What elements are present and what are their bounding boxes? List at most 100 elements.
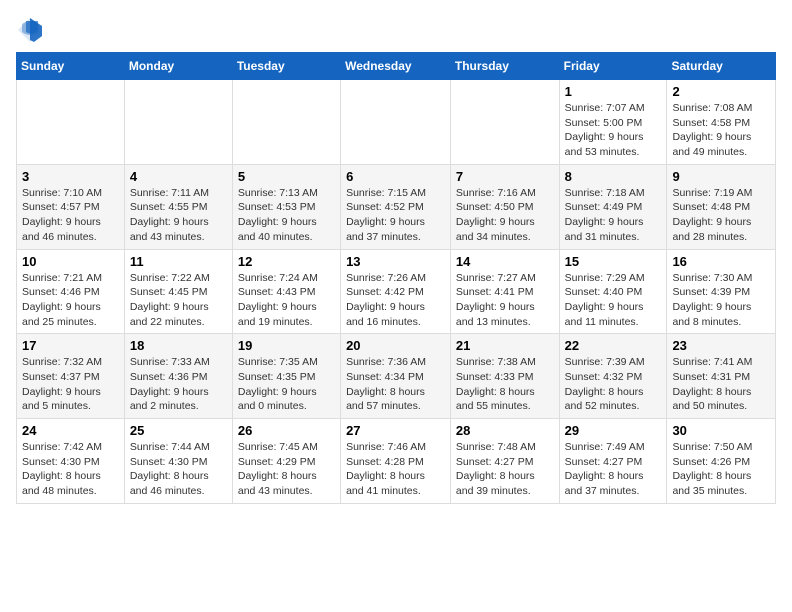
calendar-cell: 24 Sunrise: 7:42 AM Sunset: 4:30 PM Dayli…	[17, 419, 125, 504]
day-number: 12	[238, 254, 335, 269]
day-number: 16	[672, 254, 770, 269]
day-number: 24	[22, 423, 119, 438]
day-number: 10	[22, 254, 119, 269]
calendar-cell	[450, 80, 559, 165]
calendar-cell: 16 Sunrise: 7:30 AM Sunset: 4:39 PM Dayli…	[667, 249, 776, 334]
calendar-cell	[232, 80, 340, 165]
header-saturday: Saturday	[667, 53, 776, 80]
day-number: 14	[456, 254, 554, 269]
calendar-cell: 3 Sunrise: 7:10 AM Sunset: 4:57 PM Daylig…	[17, 164, 125, 249]
day-number: 19	[238, 338, 335, 353]
day-info: Sunrise: 7:22 AM Sunset: 4:45 PM Dayligh…	[130, 271, 227, 330]
calendar-cell: 4 Sunrise: 7:11 AM Sunset: 4:55 PM Daylig…	[124, 164, 232, 249]
day-info: Sunrise: 7:42 AM Sunset: 4:30 PM Dayligh…	[22, 440, 119, 499]
day-number: 20	[346, 338, 445, 353]
day-number: 4	[130, 169, 227, 184]
calendar-cell: 26 Sunrise: 7:45 AM Sunset: 4:29 PM Dayli…	[232, 419, 340, 504]
calendar-cell: 6 Sunrise: 7:15 AM Sunset: 4:52 PM Daylig…	[341, 164, 451, 249]
day-info: Sunrise: 7:18 AM Sunset: 4:49 PM Dayligh…	[565, 186, 662, 245]
calendar-cell: 15Sunrise: 7:29 AM Sunset: 4:40 PM Dayli…	[559, 249, 667, 334]
calendar-cell	[17, 80, 125, 165]
day-info: Sunrise: 7:15 AM Sunset: 4:52 PM Dayligh…	[346, 186, 445, 245]
calendar-cell: 27 Sunrise: 7:46 AM Sunset: 4:28 PM Dayli…	[341, 419, 451, 504]
day-info: Sunrise: 7:41 AM Sunset: 4:31 PM Dayligh…	[672, 355, 770, 414]
day-number: 17	[22, 338, 119, 353]
calendar-week-1: 3 Sunrise: 7:10 AM Sunset: 4:57 PM Daylig…	[17, 164, 776, 249]
day-info: Sunrise: 7:38 AM Sunset: 4:33 PM Dayligh…	[456, 355, 554, 414]
day-number: 29	[565, 423, 662, 438]
day-info: Sunrise: 7:30 AM Sunset: 4:39 PM Dayligh…	[672, 271, 770, 330]
day-info: Sunrise: 7:46 AM Sunset: 4:28 PM Dayligh…	[346, 440, 445, 499]
calendar-cell: 8 Sunrise: 7:18 AM Sunset: 4:49 PM Daylig…	[559, 164, 667, 249]
day-info: Sunrise: 7:48 AM Sunset: 4:27 PM Dayligh…	[456, 440, 554, 499]
calendar-cell: 20 Sunrise: 7:36 AM Sunset: 4:34 PM Dayli…	[341, 334, 451, 419]
day-info: Sunrise: 7:36 AM Sunset: 4:34 PM Dayligh…	[346, 355, 445, 414]
header-thursday: Thursday	[450, 53, 559, 80]
day-info: Sunrise: 7:08 AM Sunset: 4:58 PM Dayligh…	[672, 101, 770, 160]
day-number: 1	[565, 84, 662, 99]
day-number: 27	[346, 423, 445, 438]
calendar-cell: 9Sunrise: 7:19 AM Sunset: 4:48 PM Daylig…	[667, 164, 776, 249]
page-header	[16, 16, 776, 44]
day-number: 11	[130, 254, 227, 269]
day-info: Sunrise: 7:24 AM Sunset: 4:43 PM Dayligh…	[238, 271, 335, 330]
day-number: 6	[346, 169, 445, 184]
day-info: Sunrise: 7:07 AM Sunset: 5:00 PM Dayligh…	[565, 101, 662, 160]
logo	[16, 16, 48, 44]
calendar-week-3: 17 Sunrise: 7:32 AM Sunset: 4:37 PM Dayli…	[17, 334, 776, 419]
day-number: 3	[22, 169, 119, 184]
calendar-week-2: 10 Sunrise: 7:21 AM Sunset: 4:46 PM Dayli…	[17, 249, 776, 334]
day-info: Sunrise: 7:10 AM Sunset: 4:57 PM Dayligh…	[22, 186, 119, 245]
day-number: 28	[456, 423, 554, 438]
day-info: Sunrise: 7:50 AM Sunset: 4:26 PM Dayligh…	[672, 440, 770, 499]
day-info: Sunrise: 7:32 AM Sunset: 4:37 PM Dayligh…	[22, 355, 119, 414]
calendar-cell: 11 Sunrise: 7:22 AM Sunset: 4:45 PM Dayli…	[124, 249, 232, 334]
day-info: Sunrise: 7:35 AM Sunset: 4:35 PM Dayligh…	[238, 355, 335, 414]
day-number: 26	[238, 423, 335, 438]
day-number: 15	[565, 254, 662, 269]
day-info: Sunrise: 7:21 AM Sunset: 4:46 PM Dayligh…	[22, 271, 119, 330]
day-number: 30	[672, 423, 770, 438]
calendar-cell: 28 Sunrise: 7:48 AM Sunset: 4:27 PM Dayli…	[450, 419, 559, 504]
calendar-cell: 1 Sunrise: 7:07 AM Sunset: 5:00 PM Daylig…	[559, 80, 667, 165]
day-info: Sunrise: 7:16 AM Sunset: 4:50 PM Dayligh…	[456, 186, 554, 245]
calendar-cell: 30 Sunrise: 7:50 AM Sunset: 4:26 PM Dayli…	[667, 419, 776, 504]
day-number: 5	[238, 169, 335, 184]
calendar-header-row: SundayMondayTuesdayWednesdayThursdayFrid…	[17, 53, 776, 80]
day-number: 22	[565, 338, 662, 353]
calendar-cell: 5 Sunrise: 7:13 AM Sunset: 4:53 PM Daylig…	[232, 164, 340, 249]
logo-icon	[16, 16, 44, 44]
day-info: Sunrise: 7:26 AM Sunset: 4:42 PM Dayligh…	[346, 271, 445, 330]
calendar-cell: 29 Sunrise: 7:49 AM Sunset: 4:27 PM Dayli…	[559, 419, 667, 504]
calendar-cell: 7Sunrise: 7:16 AM Sunset: 4:50 PM Daylig…	[450, 164, 559, 249]
day-info: Sunrise: 7:27 AM Sunset: 4:41 PM Dayligh…	[456, 271, 554, 330]
header-sunday: Sunday	[17, 53, 125, 80]
day-number: 13	[346, 254, 445, 269]
header-monday: Monday	[124, 53, 232, 80]
day-info: Sunrise: 7:11 AM Sunset: 4:55 PM Dayligh…	[130, 186, 227, 245]
calendar-cell: 14 Sunrise: 7:27 AM Sunset: 4:41 PM Dayli…	[450, 249, 559, 334]
calendar-cell: 2 Sunrise: 7:08 AM Sunset: 4:58 PM Daylig…	[667, 80, 776, 165]
calendar-cell: 25Sunrise: 7:44 AM Sunset: 4:30 PM Dayli…	[124, 419, 232, 504]
calendar-table: SundayMondayTuesdayWednesdayThursdayFrid…	[16, 52, 776, 504]
day-info: Sunrise: 7:45 AM Sunset: 4:29 PM Dayligh…	[238, 440, 335, 499]
calendar-cell	[124, 80, 232, 165]
day-info: Sunrise: 7:33 AM Sunset: 4:36 PM Dayligh…	[130, 355, 227, 414]
header-wednesday: Wednesday	[341, 53, 451, 80]
day-info: Sunrise: 7:19 AM Sunset: 4:48 PM Dayligh…	[672, 186, 770, 245]
day-info: Sunrise: 7:44 AM Sunset: 4:30 PM Dayligh…	[130, 440, 227, 499]
day-number: 2	[672, 84, 770, 99]
calendar-week-4: 24 Sunrise: 7:42 AM Sunset: 4:30 PM Dayli…	[17, 419, 776, 504]
calendar-week-0: 1 Sunrise: 7:07 AM Sunset: 5:00 PM Daylig…	[17, 80, 776, 165]
day-info: Sunrise: 7:39 AM Sunset: 4:32 PM Dayligh…	[565, 355, 662, 414]
day-info: Sunrise: 7:13 AM Sunset: 4:53 PM Dayligh…	[238, 186, 335, 245]
day-number: 8	[565, 169, 662, 184]
calendar-cell: 19 Sunrise: 7:35 AM Sunset: 4:35 PM Dayli…	[232, 334, 340, 419]
day-info: Sunrise: 7:49 AM Sunset: 4:27 PM Dayligh…	[565, 440, 662, 499]
calendar-cell: 10 Sunrise: 7:21 AM Sunset: 4:46 PM Dayli…	[17, 249, 125, 334]
calendar-cell: 21 Sunrise: 7:38 AM Sunset: 4:33 PM Dayli…	[450, 334, 559, 419]
calendar-cell: 17 Sunrise: 7:32 AM Sunset: 4:37 PM Dayli…	[17, 334, 125, 419]
day-number: 21	[456, 338, 554, 353]
header-tuesday: Tuesday	[232, 53, 340, 80]
header-friday: Friday	[559, 53, 667, 80]
